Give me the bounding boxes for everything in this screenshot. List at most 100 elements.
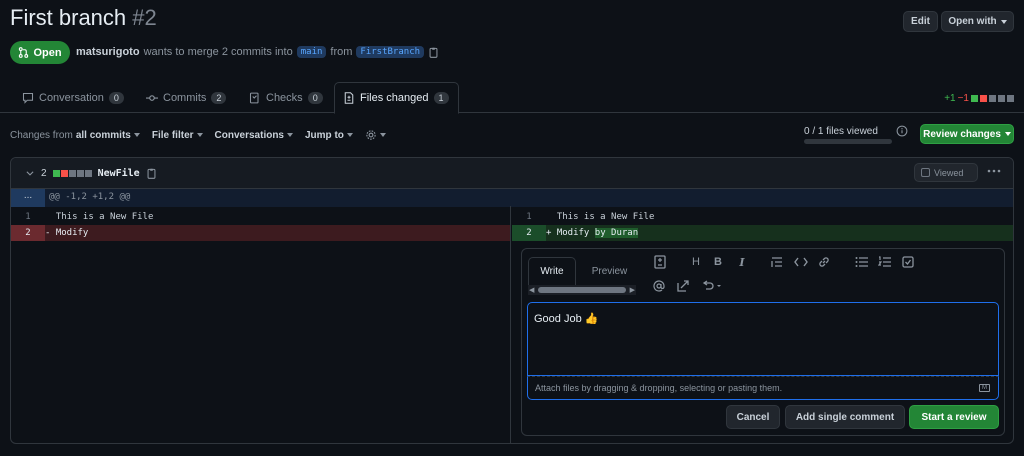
right-line-content: + Modify by Duran: [546, 225, 1013, 241]
diffstat-block: [989, 95, 996, 102]
bold-icon[interactable]: B: [711, 255, 725, 269]
attach-files-bar[interactable]: Attach files by dragging & dropping, sel…: [527, 376, 999, 400]
info-icon[interactable]: [896, 125, 908, 137]
tab-label: Checks: [266, 91, 303, 104]
settings-dropdown[interactable]: [365, 129, 386, 141]
left-line-content: This is a New File: [45, 212, 154, 222]
status-badge: Open: [10, 41, 70, 64]
conversations-dropdown[interactable]: Conversations: [215, 129, 293, 141]
undo-icon[interactable]: [701, 280, 723, 292]
chevron-down-icon: [346, 133, 353, 137]
head-branch[interactable]: FirstBranch: [356, 46, 425, 58]
jump-to-dropdown[interactable]: Jump to: [305, 129, 353, 141]
tab-conversation[interactable]: Conversation 0: [14, 82, 132, 113]
italic-icon[interactable]: I: [735, 255, 749, 269]
comment-icon: [22, 92, 34, 104]
chevron-down-icon[interactable]: [25, 168, 35, 178]
changes-from-value: all commits: [75, 129, 131, 141]
add-single-comment-button[interactable]: Add single comment: [785, 405, 905, 429]
right-line-number[interactable]: 1: [512, 209, 546, 225]
from-text: from: [330, 46, 353, 58]
file-filter-dropdown[interactable]: File filter: [152, 129, 203, 141]
tab-commits[interactable]: Commits 2: [138, 82, 234, 113]
status-label: Open: [33, 46, 62, 59]
diffstat-block: [52, 169, 60, 177]
hunk-header-row: ... @@ -1,2 +1,2 @@: [11, 189, 1013, 207]
markdown-icon[interactable]: M: [979, 384, 990, 392]
changes-from-prefix: Changes from: [10, 129, 73, 141]
review-changes-button[interactable]: Review changes: [920, 124, 1014, 144]
copy-icon[interactable]: [146, 168, 157, 179]
expand-hunk-button[interactable]: ...: [11, 189, 45, 207]
quote-icon[interactable]: [771, 256, 783, 268]
pr-title: First branch: [10, 5, 127, 30]
unordered-list-icon[interactable]: [855, 256, 868, 268]
tab-label: Commits: [163, 91, 207, 104]
template-icon[interactable]: [654, 255, 666, 269]
scrollbar-thumb[interactable]: [538, 287, 626, 293]
scroll-left-icon[interactable]: ◀: [529, 286, 534, 294]
diffstat-block: [971, 95, 978, 102]
tab-count: 1: [433, 92, 449, 104]
kebab-menu-icon[interactable]: [986, 163, 1002, 179]
checklist-icon: [249, 92, 259, 103]
right-line-number[interactable]: 2: [512, 225, 546, 241]
open-with-label: Open with: [948, 16, 997, 27]
left-line-number[interactable]: 2: [11, 225, 45, 241]
file-filter-label: File filter: [151, 129, 194, 141]
scroll-right-icon[interactable]: ▶: [630, 286, 635, 294]
pr-number: #2: [132, 5, 157, 30]
diff-toolbar: Changes from all commits File filter Con…: [10, 129, 386, 141]
commit-icon: [146, 94, 158, 101]
attach-hint: Attach files by dragging & dropping, sel…: [535, 383, 783, 393]
cancel-button[interactable]: Cancel: [726, 405, 780, 429]
task-list-icon[interactable]: [902, 256, 914, 268]
diffstat-block: [84, 169, 92, 177]
tab-checks[interactable]: Checks 0: [241, 82, 331, 113]
file-diff-icon: [344, 92, 354, 104]
edit-button[interactable]: Edit: [903, 11, 938, 32]
files-viewed-progress: [804, 139, 892, 144]
pr-meta: matsurigoto wants to merge 2 commits int…: [76, 46, 439, 58]
comment-textarea[interactable]: Good Job 👍: [527, 302, 999, 376]
conversations-label: Conversations: [214, 129, 284, 141]
deletions-count: −1: [957, 93, 969, 104]
tab-write[interactable]: Write: [528, 257, 576, 285]
tab-count: 0: [307, 91, 323, 104]
diffstat-block: [68, 169, 76, 177]
line-text: + Modify: [546, 228, 595, 238]
viewed-label: Viewed: [934, 167, 964, 178]
tab-preview[interactable]: Preview: [582, 257, 637, 285]
files-viewed-count: 0 / 1 files viewed: [804, 126, 878, 137]
open-with-button[interactable]: Open with: [941, 11, 1014, 32]
reference-icon[interactable]: [677, 280, 690, 292]
gear-icon: [366, 130, 376, 140]
jump-to-label: Jump to: [305, 129, 344, 141]
ordered-list-icon[interactable]: [878, 256, 891, 268]
tab-files-changed[interactable]: Files changed 1: [334, 82, 459, 114]
file-header: 2 NewFile: [11, 158, 1013, 189]
chevron-down-icon: [287, 133, 293, 137]
chevron-down-icon: [133, 133, 140, 137]
code-icon[interactable]: [794, 256, 808, 268]
viewed-checkbox[interactable]: Viewed: [914, 163, 978, 182]
diffstat: +1 −1: [944, 93, 1014, 104]
changes-from-dropdown[interactable]: Changes from all commits: [10, 129, 140, 141]
toolbar-scrollbar[interactable]: ◀ ▶: [528, 285, 636, 295]
pr-tabs: Conversation 0 Commits 2 Checks 0 Files …: [0, 82, 1024, 114]
additions-count: +1: [944, 93, 956, 104]
author-link[interactable]: matsurigoto: [76, 46, 140, 58]
edit-label: Edit: [911, 16, 930, 27]
file-change-count: 2: [41, 167, 47, 179]
file-name[interactable]: NewFile: [98, 168, 140, 179]
left-line-number[interactable]: 1: [11, 209, 45, 225]
tab-count: 0: [108, 91, 124, 104]
base-branch[interactable]: main: [296, 46, 327, 58]
heading-icon[interactable]: H: [689, 255, 703, 269]
left-line-content: - Modify: [45, 225, 511, 241]
page-title: First branch #2: [10, 5, 157, 31]
mention-icon[interactable]: [653, 280, 665, 292]
start-review-button[interactable]: Start a review: [909, 405, 999, 429]
copy-icon[interactable]: [428, 47, 439, 58]
link-icon[interactable]: [818, 256, 830, 268]
